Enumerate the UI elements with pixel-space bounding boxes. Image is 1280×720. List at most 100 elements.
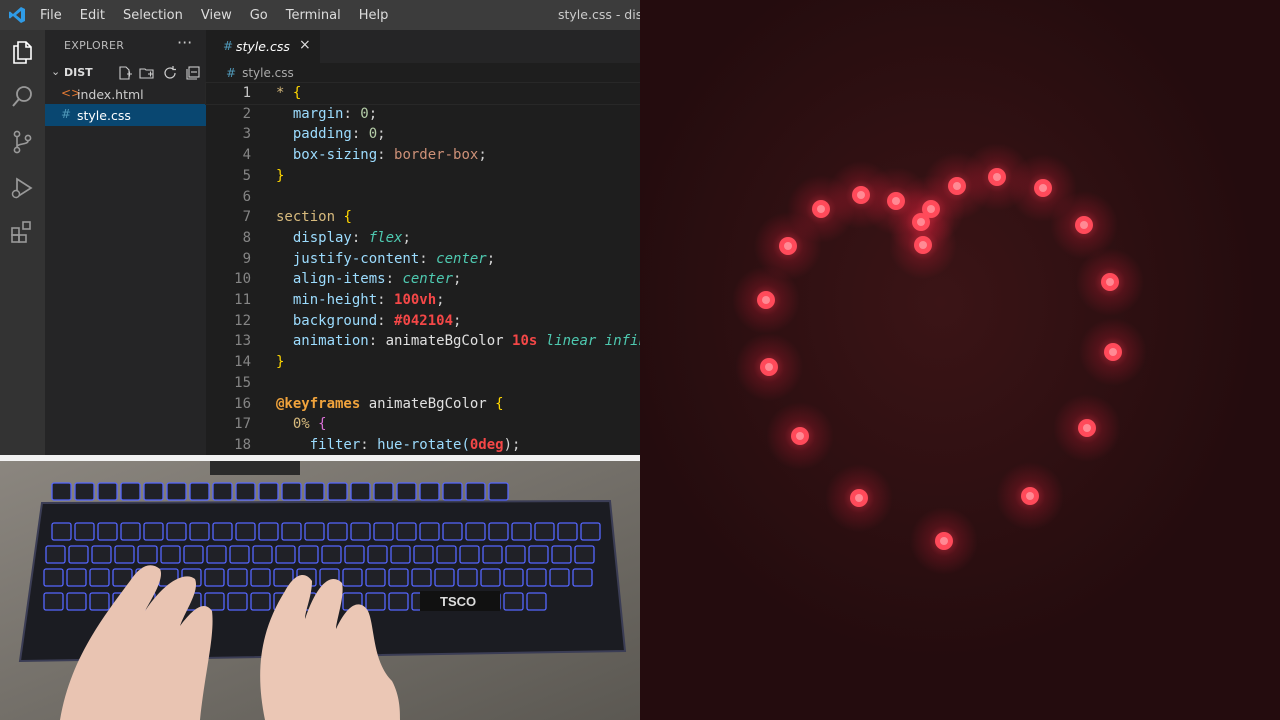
keycap bbox=[212, 522, 233, 541]
dot-highlight bbox=[855, 494, 863, 502]
file-index-html[interactable]: <> index.html bbox=[45, 83, 206, 105]
line-number: 15 bbox=[234, 374, 251, 391]
source-control-icon[interactable] bbox=[9, 128, 36, 155]
title-bar: File Edit Selection View Go Terminal Hel… bbox=[0, 0, 640, 30]
keycap bbox=[505, 545, 526, 564]
keycap bbox=[419, 482, 440, 501]
animation-timing: linear infin bbox=[545, 333, 640, 350]
keycap bbox=[365, 568, 386, 587]
keycap bbox=[43, 568, 64, 587]
close-icon[interactable]: × bbox=[299, 37, 311, 53]
keycap bbox=[549, 568, 570, 587]
property: padding bbox=[292, 126, 352, 143]
activity-bar bbox=[0, 30, 45, 455]
keycap bbox=[534, 522, 555, 541]
line-number: 11 bbox=[234, 292, 251, 308]
new-file-icon[interactable] bbox=[117, 65, 133, 81]
line-number: 14 bbox=[234, 354, 251, 371]
keycap bbox=[442, 522, 463, 541]
keycap bbox=[390, 545, 411, 564]
keycap bbox=[511, 522, 532, 541]
keycap bbox=[51, 482, 72, 501]
brace: } bbox=[276, 167, 285, 184]
line-number: 9 bbox=[242, 250, 251, 267]
keycap bbox=[189, 522, 210, 541]
code-line: 4 box-sizing: border-box; bbox=[206, 145, 640, 166]
keycap bbox=[413, 545, 434, 564]
keycap bbox=[488, 482, 509, 501]
code-line: 17 0% { bbox=[206, 414, 640, 435]
file-name: index.html bbox=[77, 87, 144, 102]
collapse-all-icon[interactable] bbox=[185, 65, 201, 81]
menu-file[interactable]: File bbox=[40, 8, 62, 23]
line-number: 10 bbox=[234, 271, 251, 288]
keycap bbox=[526, 592, 547, 611]
menu-help[interactable]: Help bbox=[359, 8, 389, 23]
keycap bbox=[97, 482, 118, 501]
line-number: 3 bbox=[242, 126, 251, 143]
menu-view[interactable]: View bbox=[201, 8, 232, 23]
keycap bbox=[304, 522, 325, 541]
menu-selection[interactable]: Selection bbox=[123, 8, 183, 23]
folder-dist[interactable]: ⌄ DIST bbox=[45, 63, 206, 83]
dot-highlight bbox=[1109, 348, 1117, 356]
keycap bbox=[388, 592, 409, 611]
keycap bbox=[258, 482, 279, 501]
property: margin bbox=[292, 105, 344, 122]
keycap bbox=[528, 545, 549, 564]
value: 0deg bbox=[469, 436, 504, 453]
keycap bbox=[204, 568, 225, 587]
run-debug-icon[interactable] bbox=[9, 174, 36, 201]
keycap bbox=[227, 568, 248, 587]
keycap bbox=[66, 592, 87, 611]
dot-highlight bbox=[1083, 424, 1091, 432]
keycap bbox=[229, 545, 250, 564]
dot-highlight bbox=[919, 241, 927, 249]
brace: } bbox=[276, 354, 285, 371]
code-line: 12 background: #042104; bbox=[206, 311, 640, 332]
keycap bbox=[91, 545, 112, 564]
more-actions-icon[interactable]: ··· bbox=[177, 33, 192, 52]
code-line: 9 justify-content: center; bbox=[206, 249, 640, 270]
new-folder-icon[interactable] bbox=[139, 65, 155, 81]
code-line: 11 min-height: 100vh; bbox=[206, 290, 640, 311]
line-number: 4 bbox=[242, 147, 251, 164]
code-line: 15 bbox=[206, 373, 640, 394]
code-line: 1 * { bbox=[205, 82, 640, 105]
keycap bbox=[572, 568, 593, 587]
line-number: 18 bbox=[234, 436, 251, 453]
menu-go[interactable]: Go bbox=[250, 8, 268, 23]
keycap bbox=[367, 545, 388, 564]
extensions-icon[interactable] bbox=[9, 219, 36, 246]
refresh-icon[interactable] bbox=[162, 65, 178, 81]
keycap bbox=[574, 545, 595, 564]
search-icon[interactable] bbox=[9, 83, 36, 110]
menu-edit[interactable]: Edit bbox=[80, 8, 105, 23]
explorer-icon[interactable] bbox=[9, 38, 36, 65]
value: center bbox=[402, 271, 454, 288]
chevron-down-icon: ⌄ bbox=[51, 65, 61, 78]
file-style-css[interactable]: # style.css bbox=[45, 104, 206, 126]
animation-name: animateBgColor bbox=[385, 333, 504, 350]
css-file-icon: # bbox=[226, 66, 237, 80]
breadcrumb[interactable]: # style.css bbox=[226, 66, 294, 80]
keycap bbox=[488, 522, 509, 541]
explorer-sidebar: EXPLORER ··· ⌄ DIST <> index.html # styl… bbox=[45, 30, 206, 455]
keycap bbox=[373, 522, 394, 541]
brace: { bbox=[318, 416, 327, 433]
keycap bbox=[434, 568, 455, 587]
selector: section bbox=[276, 209, 344, 226]
value: 100vh bbox=[394, 292, 437, 308]
keycap bbox=[250, 592, 271, 611]
keycap bbox=[252, 545, 273, 564]
tab-style-css[interactable]: # style.css × bbox=[206, 30, 320, 63]
dot-highlight bbox=[1106, 278, 1114, 286]
code-line: 16 @keyframes animateBgColor { bbox=[206, 394, 640, 415]
code-line: 18 filter: hue-rotate(0deg); bbox=[206, 435, 640, 455]
keycap bbox=[166, 482, 187, 501]
keycap bbox=[373, 482, 394, 501]
menu-terminal[interactable]: Terminal bbox=[286, 8, 341, 23]
line-number: 17 bbox=[234, 416, 251, 433]
keycap bbox=[45, 545, 66, 564]
tab-label: style.css bbox=[236, 39, 290, 54]
